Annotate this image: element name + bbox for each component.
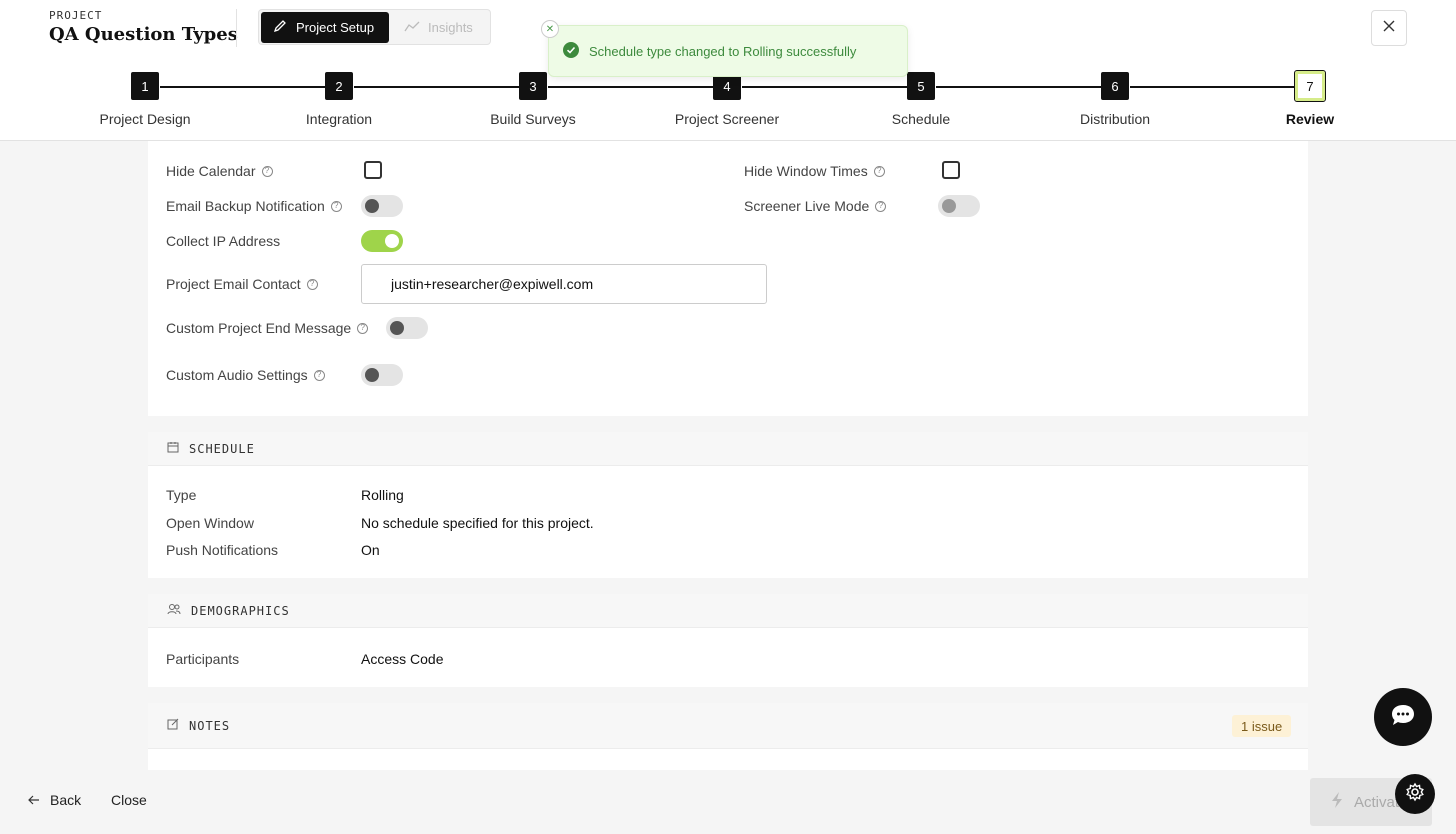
stepper-line (354, 86, 522, 88)
step-integration[interactable]: 2 (325, 72, 353, 100)
users-icon (167, 603, 181, 618)
custom-audio-toggle[interactable] (361, 364, 403, 386)
help-icon[interactable]: ? (330, 200, 342, 212)
help-icon[interactable]: ? (873, 165, 885, 177)
project-eyebrow: PROJECT (49, 9, 103, 22)
step-label[interactable]: Schedule (892, 111, 950, 127)
hide-calendar-label: Hide Calendar ? (166, 163, 273, 179)
stepper-line (742, 86, 910, 88)
tab-project-setup-label: Project Setup (296, 20, 375, 35)
schedule-type-value: Rolling (361, 487, 404, 503)
collect-ip-toggle[interactable] (361, 230, 403, 252)
email-contact-text: Project Email Contact (166, 276, 301, 292)
step-label[interactable]: Integration (306, 111, 372, 127)
help-icon[interactable]: ? (875, 200, 887, 212)
settings-button[interactable] (1395, 774, 1435, 814)
participants-value: Access Code (361, 651, 444, 667)
hide-window-times-label: Hide Window Times ? (744, 163, 885, 179)
close-icon: ✕ (545, 23, 555, 35)
schedule-card (148, 466, 1308, 578)
screener-live-text: Screener Live Mode (744, 198, 870, 214)
screener-live-toggle[interactable] (938, 195, 980, 217)
back-button[interactable]: Back (28, 792, 81, 808)
step-schedule[interactable]: 5 (907, 72, 935, 100)
pencil-icon (273, 19, 287, 36)
step-project-design[interactable]: 1 (131, 72, 159, 100)
hide-calendar-text: Hide Calendar (166, 163, 256, 179)
bolt-icon (1330, 791, 1344, 813)
schedule-header: SCHEDULE (148, 432, 1308, 466)
toast-close-button[interactable]: ✕ (541, 20, 559, 38)
push-notifications-label: Push Notifications (166, 542, 279, 558)
help-icon[interactable]: ? (261, 165, 273, 177)
step-label[interactable]: Project Design (99, 111, 190, 127)
stepper-line (160, 86, 328, 88)
success-toast: Schedule type changed to Rolling success… (548, 25, 908, 77)
help-icon[interactable]: ? (313, 369, 325, 381)
demographics-card (148, 628, 1308, 687)
collect-ip-label: Collect IP Address (166, 233, 280, 249)
close-button[interactable]: Close (111, 792, 147, 808)
chat-button[interactable] (1374, 688, 1432, 746)
close-project-button[interactable] (1371, 10, 1407, 46)
schedule-type-label: Type (166, 487, 197, 503)
tab-insights-label: Insights (428, 20, 473, 35)
email-contact-label: Project Email Contact ? (166, 276, 318, 292)
custom-end-text: Custom Project End Message (166, 320, 352, 336)
email-backup-label: Email Backup Notification ? (166, 198, 342, 214)
step-label[interactable]: Review (1286, 111, 1334, 127)
email-backup-toggle[interactable] (361, 195, 403, 217)
stepper-line (936, 86, 1104, 88)
chart-line-icon (404, 20, 420, 35)
notes-header: NOTES (148, 703, 1308, 749)
hide-calendar-checkbox[interactable] (364, 161, 382, 179)
hide-window-times-checkbox[interactable] (942, 161, 960, 179)
custom-end-label: Custom Project End Message ? (166, 320, 369, 336)
demographics-heading: DEMOGRAPHICS (191, 603, 290, 618)
project-title: QA Question Types (49, 24, 238, 45)
step-label[interactable]: Build Surveys (490, 111, 576, 127)
chat-bubble-icon (1390, 703, 1416, 732)
header-divider (236, 9, 237, 47)
custom-audio-label: Custom Audio Settings ? (166, 367, 325, 383)
check-circle-icon (563, 41, 579, 61)
collect-ip-text: Collect IP Address (166, 233, 281, 249)
close-icon (1383, 19, 1395, 37)
step-review[interactable]: 7 (1294, 70, 1326, 102)
help-icon[interactable]: ? (357, 322, 369, 334)
edit-note-icon (167, 718, 179, 733)
back-label: Back (50, 792, 82, 808)
step-label[interactable]: Distribution (1080, 111, 1150, 127)
issue-badge: 1 issue (1232, 715, 1292, 737)
stepper-line (548, 86, 716, 88)
custom-audio-text: Custom Audio Settings (166, 367, 308, 383)
calendar-icon (167, 441, 179, 456)
step-distribution[interactable]: 6 (1101, 72, 1129, 100)
notes-heading: NOTES (189, 718, 231, 733)
tab-project-setup[interactable]: Project Setup (261, 12, 389, 43)
email-contact-input[interactable] (361, 264, 767, 304)
email-backup-text: Email Backup Notification (166, 198, 325, 214)
footer-bar (0, 770, 1456, 834)
help-icon[interactable]: ? (306, 278, 318, 290)
step-build-surveys[interactable]: 3 (519, 72, 547, 100)
hide-window-times-text: Hide Window Times (744, 163, 868, 179)
participants-label: Participants (166, 651, 240, 667)
custom-end-toggle[interactable] (386, 317, 428, 339)
arrow-left-icon (28, 792, 40, 808)
stepper-line (1130, 86, 1298, 88)
notes-card (148, 749, 1308, 770)
tab-insights[interactable]: Insights (398, 12, 488, 43)
demographics-header: DEMOGRAPHICS (148, 594, 1308, 628)
gear-icon (1405, 782, 1425, 807)
step-label[interactable]: Project Screener (675, 111, 779, 127)
push-notifications-value: On (361, 542, 380, 558)
open-window-value: No schedule specified for this project. (361, 515, 594, 531)
open-window-label: Open Window (166, 515, 254, 531)
toast-message: Schedule type changed to Rolling success… (589, 43, 857, 59)
screener-live-label: Screener Live Mode ? (744, 198, 887, 214)
schedule-heading: SCHEDULE (189, 441, 255, 456)
